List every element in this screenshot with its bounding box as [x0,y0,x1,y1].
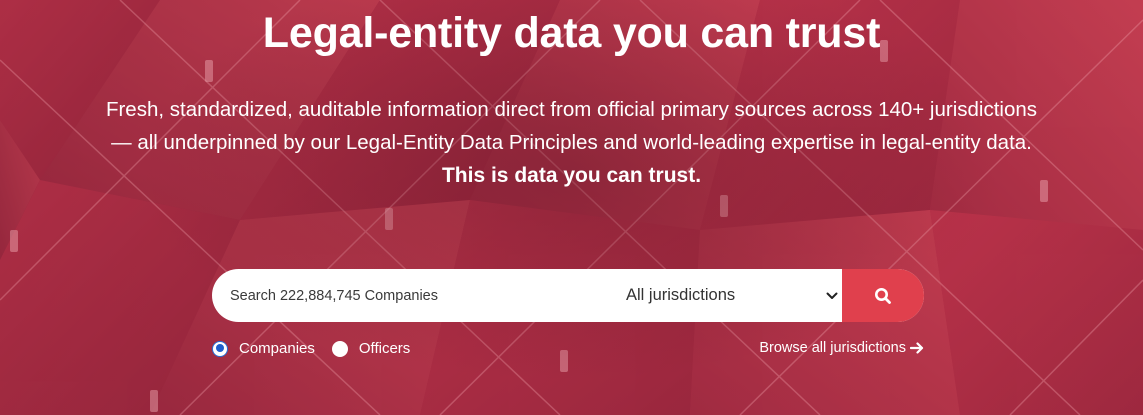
radio-companies[interactable]: Companies [212,340,315,357]
hero-section: Legal-entity data you can trust Fresh, s… [0,0,1143,415]
jurisdiction-select[interactable]: All jurisdictions [626,269,840,322]
search-options: Companies Officers Browse all jurisdicti… [212,340,924,362]
radio-companies-dot[interactable] [212,340,228,357]
subtitle-line-3: This is data you can trust. [441,164,702,187]
search-type-radio-group: Companies Officers [212,340,427,357]
subtitle-line-2: — all underpinned by our Legal-Entity Da… [111,131,1032,154]
radio-officers-label: Officers [358,340,411,357]
radio-officers-dot[interactable] [331,340,348,357]
browse-jurisdictions-link[interactable]: Browse all jurisdictions [759,340,924,356]
subtitle-line-1: Fresh, standardized, auditable informati… [105,98,1038,121]
jurisdiction-select-value: All jurisdictions [626,286,736,304]
hero-title: Legal-entity data you can trust [262,9,881,57]
hero-subtitle: Fresh, standardized, auditable informati… [60,93,1083,192]
browse-jurisdictions-label: Browse all jurisdictions [759,340,906,356]
search-input[interactable] [212,269,602,322]
search-icon [874,287,892,305]
chevron-down-icon [826,289,840,303]
radio-companies-label: Companies [239,340,315,357]
search-bar: All jurisdictions [212,269,924,322]
arrow-right-icon [910,342,924,354]
radio-officers[interactable]: Officers [331,340,411,357]
search-button[interactable] [842,269,924,322]
